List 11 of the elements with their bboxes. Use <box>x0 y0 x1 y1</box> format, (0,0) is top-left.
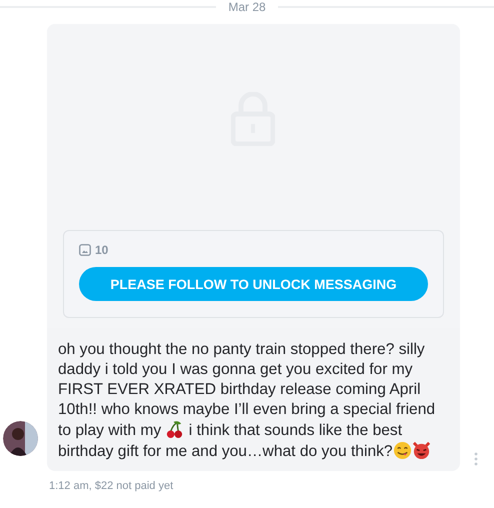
message-text: oh you thought the no panty train stopped there? silly daddy i told you I was gonna get you excited for my FIRST EVER XRATED birthday release coming April 10th!! who knows maybe I’ll even bring a special friend to play with my i think that sounds like the best birthday gift for me and you…what do you think? <box>57 340 436 462</box>
smiley-face-icon <box>392 441 412 460</box>
price-status: $22 not paid yet <box>94 480 174 492</box>
media-count: 10 <box>95 243 108 257</box>
devil-face-icon <box>412 441 431 460</box>
avatar[interactable] <box>3 421 38 456</box>
image-icon <box>79 244 91 256</box>
unlock-button[interactable]: PLEASE FOLLOW TO UNLOCK MESSAGING <box>79 267 428 301</box>
date-label: Mar 28 <box>228 1 266 13</box>
cherry-icon <box>165 420 184 439</box>
message-time: 1:12 am, <box>49 480 92 492</box>
